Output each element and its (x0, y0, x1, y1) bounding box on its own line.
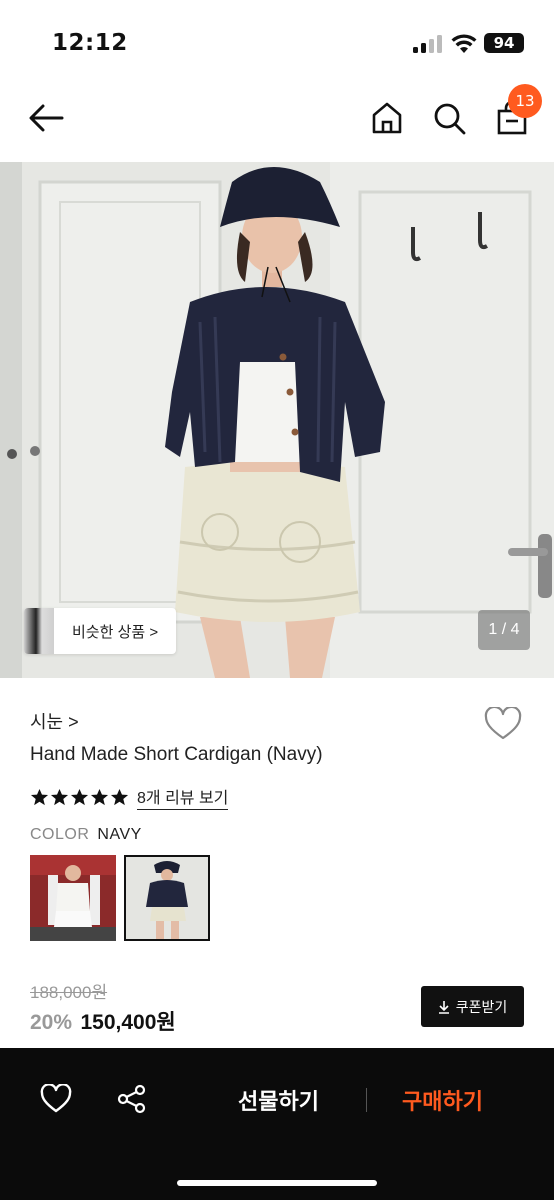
review-link[interactable]: 8개 리뷰 보기 (137, 784, 229, 810)
star-icon (110, 788, 129, 805)
heart-icon[interactable] (40, 1084, 72, 1114)
image-page-indicator: 1 / 4 (478, 610, 530, 650)
star-icon (70, 788, 89, 805)
color-swatch-navy[interactable] (124, 855, 210, 941)
swatch-navy-image (126, 857, 208, 939)
buy-button[interactable]: 구매하기 (402, 1084, 483, 1116)
similar-products-label: 비슷한 상품 > (72, 623, 159, 641)
color-label: COLOR (30, 826, 90, 843)
product-title: Hand Made Short Cardigan (Navy) (30, 744, 323, 765)
star-icon (50, 788, 69, 805)
search-icon[interactable] (431, 100, 467, 136)
similar-products-thumbnail (24, 608, 54, 654)
battery-icon: 94 (484, 33, 524, 53)
wifi-icon (451, 34, 477, 53)
star-icon (90, 788, 109, 805)
cart-count-badge: 13 (508, 84, 542, 118)
home-indicator (177, 1180, 377, 1186)
home-icon[interactable] (369, 100, 405, 136)
share-icon[interactable] (117, 1084, 147, 1114)
bottom-action-bar: 선물하기 구매하기 (0, 1048, 554, 1200)
product-image-carousel[interactable]: 비슷한 상품 > 1 / 4 (0, 162, 554, 678)
color-value: NAVY (97, 826, 142, 843)
download-icon (438, 1000, 449, 1014)
color-swatch-white[interactable] (30, 855, 116, 941)
swatch-white-image (30, 855, 116, 941)
gift-button[interactable]: 선물하기 (238, 1084, 319, 1116)
star-rating (30, 788, 129, 807)
color-option-label: COLOR NAVY (30, 826, 142, 844)
similar-products-button[interactable]: 비슷한 상품 > (24, 608, 177, 654)
discount-rate: 20% (30, 1011, 73, 1034)
price-row: 20% 150,400원 (30, 1006, 176, 1036)
brand-link[interactable]: 시눈 > (30, 708, 79, 734)
final-price: 150,400원 (80, 1011, 176, 1034)
top-navigation (0, 80, 554, 162)
signal-icon (413, 35, 443, 53)
product-photo (0, 162, 554, 678)
rating-row: 8개 리뷰 보기 (30, 784, 229, 810)
status-time: 12:12 (52, 30, 128, 56)
back-arrow-icon[interactable] (26, 100, 66, 136)
heart-icon[interactable] (484, 707, 522, 741)
star-icon (30, 788, 49, 805)
coupon-button[interactable]: 쿠폰받기 (421, 986, 524, 1027)
coupon-label: 쿠폰받기 (455, 998, 508, 1015)
status-bar: 12:12 94 (0, 0, 554, 80)
divider (366, 1088, 367, 1112)
original-price: 188,000원 (30, 983, 108, 1002)
